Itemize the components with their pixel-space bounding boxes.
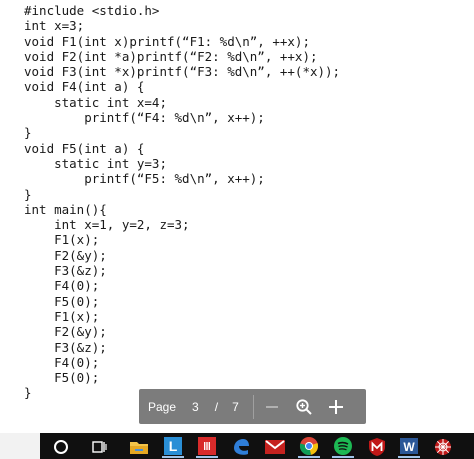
code-listing: #include <stdio.h> int x=3; void F1(int x)… [24,3,340,401]
app-l-icon: L [164,437,182,455]
code-line: F3(&z); [24,339,107,355]
taskbar-word[interactable]: W [398,436,420,458]
code-line: int x=1, y=2, z=3; [24,217,190,233]
code-line: static int x=4; [24,94,167,110]
code-line: F5(0); [24,293,100,309]
file-explorer-icon [130,442,148,454]
taskbar-task-view-button[interactable] [88,436,110,458]
code-line: } [24,186,32,202]
total-pages: 7 [232,399,239,414]
code-line: F4(0); [24,354,100,370]
search-icon [54,440,68,454]
code-line: } [24,125,32,141]
windows-taskbar: L W [0,433,474,459]
current-page-number[interactable]: 3 [192,400,199,414]
minus-icon [265,405,278,408]
zoom-fit-button[interactable] [290,393,318,421]
app-red-icon [198,437,216,455]
taskbar-app-red[interactable] [196,436,218,458]
gmail-icon [265,440,285,454]
code-line: F5(0); [24,370,100,386]
taskbar-mcafee[interactable] [366,436,388,458]
taskbar-spider-app[interactable] [432,436,454,458]
code-line: void F2(int *a)printf(“F2: %d\n”, ++x); [24,48,318,64]
page-separator: / [214,399,219,414]
spider-web-icon [435,439,451,455]
svg-text:L: L [169,438,178,454]
taskbar-gmail[interactable] [264,436,286,458]
code-line: void F4(int a) { [24,79,145,95]
code-line: #include <stdio.h> [24,3,160,18]
code-line: F1(x); [24,232,100,248]
spotify-icon [334,437,352,455]
zoom-out-button[interactable] [258,393,286,421]
code-line: F2(&y); [24,324,107,340]
code-line: printf(“F4: %d\n”, x++); [24,110,265,126]
magnifier-icon [296,398,312,415]
task-view-icon [92,441,107,453]
code-line: int main(){ [24,201,107,217]
taskbar-spotify[interactable] [332,436,354,458]
code-line: F3(&z); [24,263,107,279]
chrome-icon [299,437,319,456]
code-line: void F3(int *x)printf(“F3: %d\n”, ++(*x)… [24,64,341,80]
code-line: int x=3; [24,18,85,34]
word-icon: W [400,438,418,454]
code-line: F1(x); [24,308,100,324]
taskbar-chrome[interactable] [298,436,320,458]
plus-icon [328,399,343,414]
code-line: static int y=3; [24,155,167,171]
code-line: printf(“F5: %d\n”, x++); [24,171,265,187]
taskbar-start-area [0,433,40,459]
document-viewer: #include <stdio.h> int x=3; void F1(int x)… [0,0,474,459]
svg-text:W: W [403,440,415,454]
code-line: void F5(int a) { [24,140,145,156]
pager-divider [252,394,254,419]
code-line: F4(0); [24,278,100,294]
page-navigation-bar: Page 3 / 7 [139,389,366,424]
taskbar-search-button[interactable] [50,436,72,458]
edge-icon [234,439,249,455]
taskbar-file-explorer[interactable] [128,436,150,458]
code-line: F2(&y); [24,247,107,263]
taskbar-edge[interactable] [230,436,252,458]
zoom-in-button[interactable] [322,393,350,421]
page-label: Page [148,399,177,414]
taskbar-app-l[interactable]: L [162,436,184,458]
code-line: void F1(int x)printf(“F1: %d\n”, ++x); [24,33,310,49]
mcafee-icon [369,438,385,456]
